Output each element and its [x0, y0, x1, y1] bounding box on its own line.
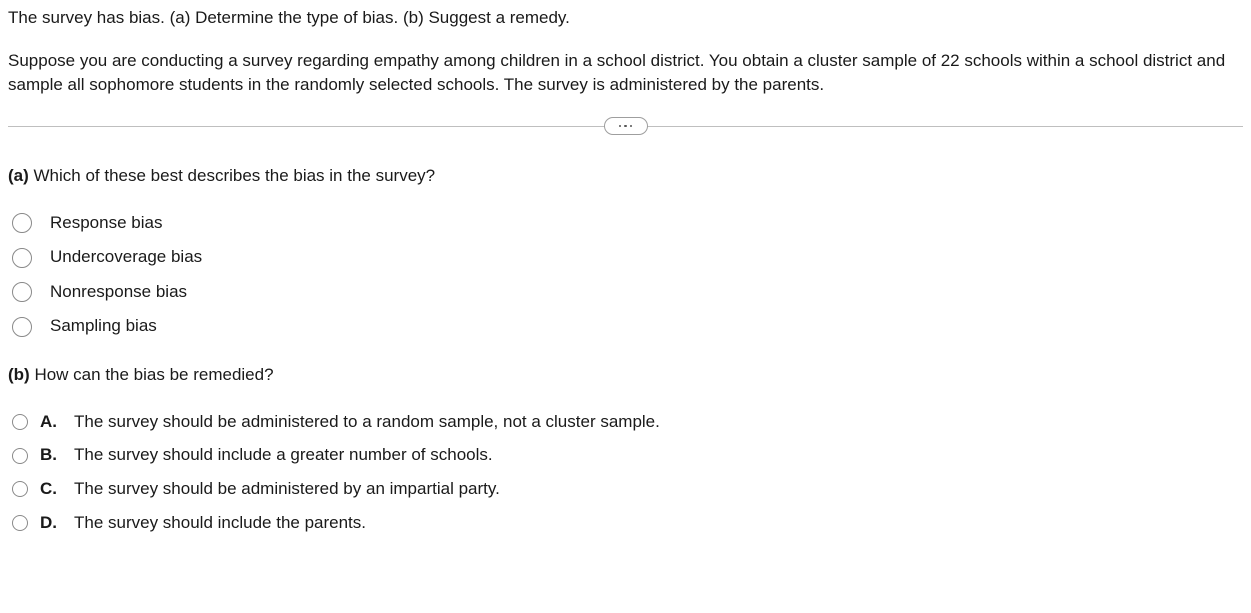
option-a-1[interactable]: Response bias [12, 211, 1243, 236]
question-a-text: Which of these best describes the bias i… [34, 166, 436, 185]
question-a-prompt: (a) Which of these best describes the bi… [8, 164, 1243, 189]
option-label: The survey should include a greater numb… [74, 443, 493, 468]
radio-button[interactable] [12, 213, 32, 233]
radio-button[interactable] [12, 282, 32, 302]
radio-button[interactable] [12, 317, 32, 337]
question-a-prefix: (a) [8, 166, 29, 185]
option-label: The survey should be administered by an … [74, 477, 500, 502]
option-a-3[interactable]: Nonresponse bias [12, 280, 1243, 305]
option-b-b[interactable]: B. The survey should include a greater n… [12, 443, 1243, 468]
option-label: Nonresponse bias [50, 280, 187, 305]
intro-text: The survey has bias. (a) Determine the t… [8, 6, 1243, 31]
radio-button[interactable] [12, 248, 32, 268]
radio-button[interactable] [12, 414, 28, 430]
question-b-prefix: (b) [8, 365, 30, 384]
option-label: The survey should be administered to a r… [74, 410, 660, 435]
option-a-2[interactable]: Undercoverage bias [12, 245, 1243, 270]
radio-button[interactable] [12, 481, 28, 497]
question-b-text: How can the bias be remedied? [34, 365, 273, 384]
option-a-4[interactable]: Sampling bias [12, 314, 1243, 339]
radio-button[interactable] [12, 448, 28, 464]
option-letter: B. [40, 443, 62, 468]
question-b-prompt: (b) How can the bias be remedied? [8, 363, 1243, 388]
option-label: Response bias [50, 211, 162, 236]
option-label: Sampling bias [50, 314, 157, 339]
option-letter: C. [40, 477, 62, 502]
option-b-c[interactable]: C. The survey should be administered by … [12, 477, 1243, 502]
question-a-options: Response bias Undercoverage bias Nonresp… [8, 211, 1243, 340]
option-label: The survey should include the parents. [74, 511, 366, 536]
question-b-options: A. The survey should be administered to … [8, 410, 1243, 536]
option-b-d[interactable]: D. The survey should include the parents… [12, 511, 1243, 536]
option-label: Undercoverage bias [50, 245, 202, 270]
expand-button[interactable] [604, 117, 648, 135]
ellipsis-icon [619, 125, 633, 128]
option-letter: D. [40, 511, 62, 536]
option-letter: A. [40, 410, 62, 435]
radio-button[interactable] [12, 515, 28, 531]
option-b-a[interactable]: A. The survey should be administered to … [12, 410, 1243, 435]
section-divider [8, 116, 1243, 136]
context-text: Suppose you are conducting a survey rega… [8, 49, 1243, 98]
